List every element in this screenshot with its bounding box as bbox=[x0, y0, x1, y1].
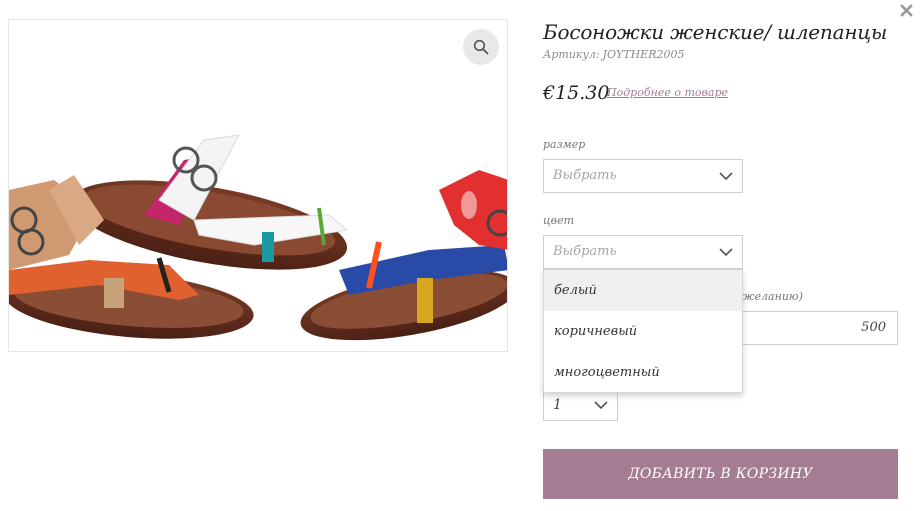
color-dropdown: белый коричневый многоцветный bbox=[543, 269, 743, 393]
quantity-value: 1 bbox=[553, 397, 562, 413]
zoom-button[interactable] bbox=[463, 29, 499, 65]
product-sku: Артикул: JOYTHER2005 bbox=[543, 48, 684, 61]
product-price: €15.30 bbox=[543, 82, 610, 104]
amount-hint: желанию) bbox=[742, 290, 803, 303]
size-label: размер bbox=[543, 138, 586, 151]
chevron-down-icon bbox=[719, 248, 733, 257]
product-image[interactable] bbox=[8, 19, 508, 352]
amount-value: 500 bbox=[861, 320, 886, 335]
color-option-white[interactable]: белый bbox=[544, 270, 742, 311]
color-option-multicolor[interactable]: многоцветный bbox=[544, 352, 742, 393]
product-details-link[interactable]: Подробнее о товаре bbox=[607, 86, 728, 99]
color-option-brown[interactable]: коричневый bbox=[544, 311, 742, 352]
color-select-value: Выбрать bbox=[553, 244, 617, 259]
search-icon bbox=[473, 39, 489, 55]
chevron-down-icon bbox=[594, 401, 608, 410]
product-photo bbox=[9, 134, 507, 341]
sku-value: JOYTHER2005 bbox=[602, 48, 685, 61]
sku-label: Артикул: bbox=[543, 48, 600, 61]
quantity-select[interactable]: 1 bbox=[543, 391, 618, 421]
size-select[interactable]: Выбрать bbox=[543, 159, 743, 193]
size-select-value: Выбрать bbox=[553, 168, 617, 183]
add-to-cart-button[interactable]: ДОБАВИТЬ В КОРЗИНУ bbox=[543, 449, 898, 499]
color-label: цвет bbox=[543, 214, 575, 227]
amount-input[interactable]: 500 bbox=[740, 311, 898, 345]
chevron-down-icon bbox=[719, 172, 733, 181]
product-title: Босоножки женские/ шлепанцы bbox=[543, 20, 888, 44]
color-select[interactable]: Выбрать bbox=[543, 235, 743, 269]
close-icon bbox=[900, 4, 913, 17]
close-button[interactable] bbox=[899, 3, 915, 19]
